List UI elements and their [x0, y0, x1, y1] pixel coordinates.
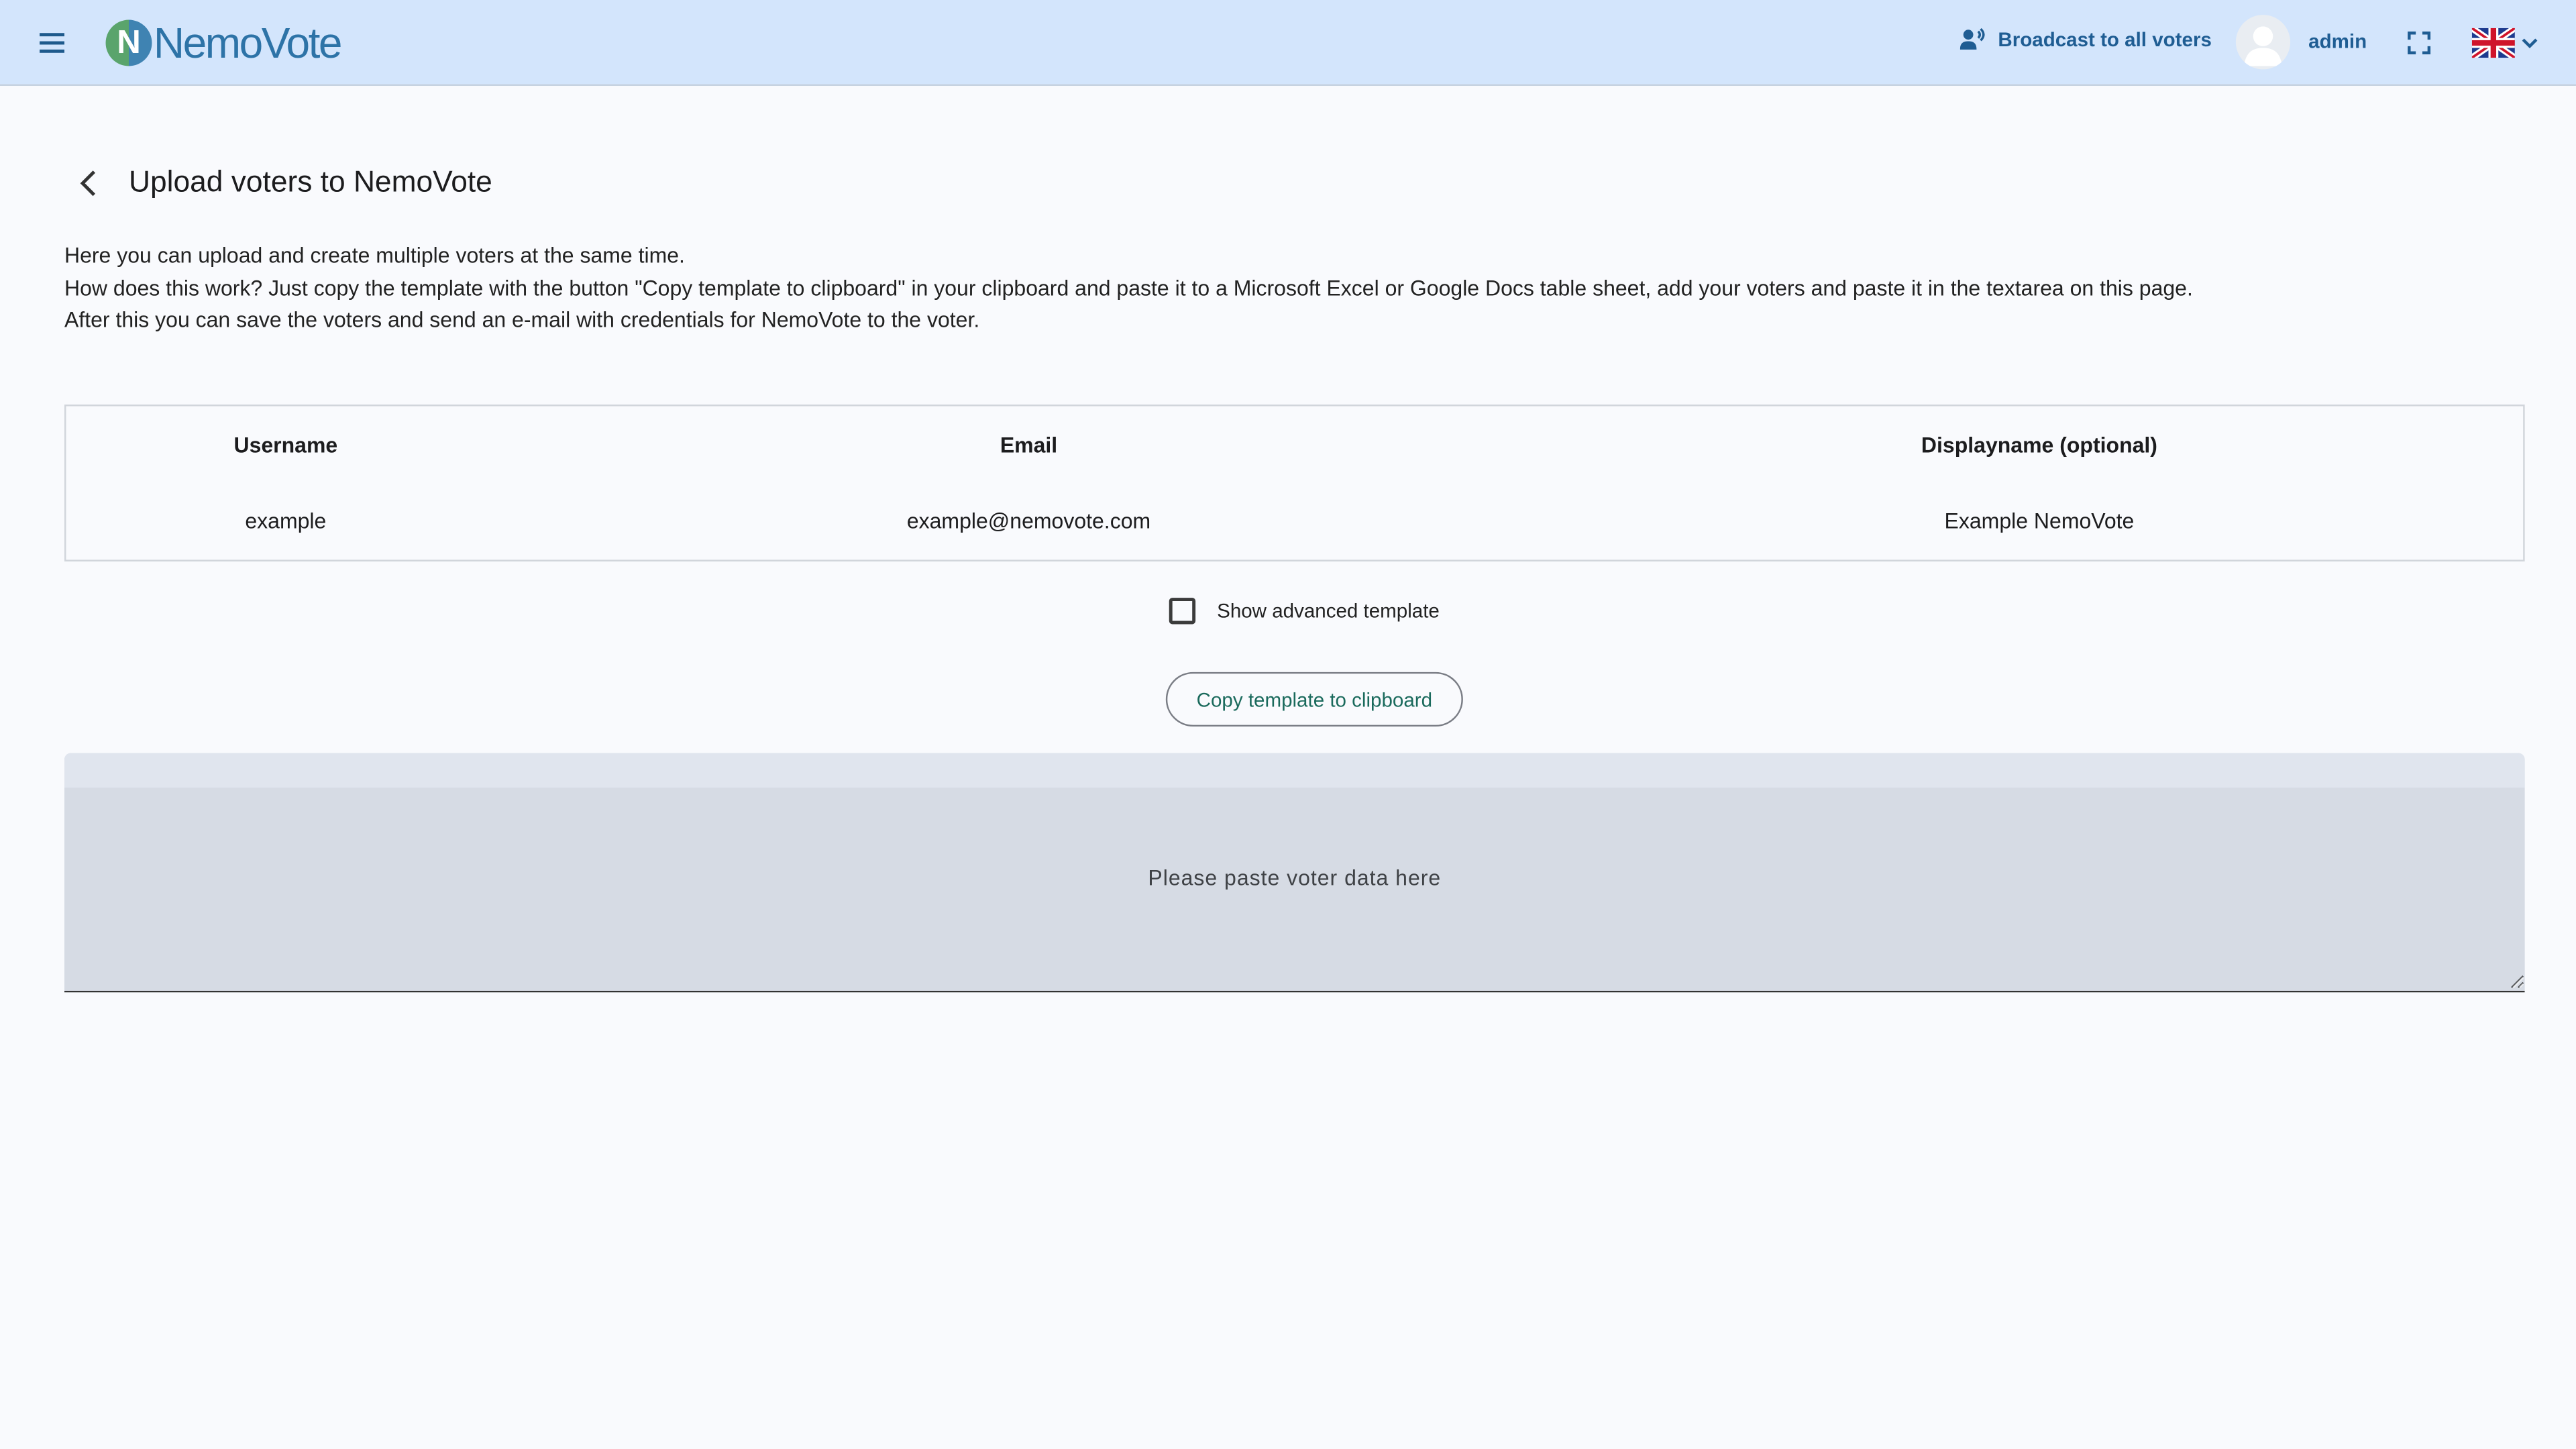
- app-logo[interactable]: N NemoVote: [105, 18, 343, 68]
- page-title: Upload voters to NemoVote: [128, 165, 492, 199]
- uk-flag-icon: [2471, 28, 2515, 58]
- back-arrow-icon[interactable]: [71, 165, 107, 201]
- logo-mark: N: [105, 19, 152, 66]
- broadcast-label: Broadcast to all voters: [1998, 28, 2212, 52]
- avatar[interactable]: [2235, 15, 2291, 70]
- intro-line: Here you can upload and create multiple …: [64, 242, 685, 268]
- top-app-bar: N NemoVote Broadcast to all voters admin: [0, 0, 2576, 86]
- language-selector[interactable]: [2471, 28, 2540, 58]
- paste-voter-data-textarea[interactable]: [64, 788, 2525, 989]
- column-header-email: Email: [1000, 432, 1058, 458]
- column-header-username: Username: [233, 432, 338, 458]
- fullscreen-icon[interactable]: [2404, 28, 2434, 58]
- advanced-template-toggle[interactable]: Show advanced template: [1169, 598, 1440, 625]
- logo-wordmark: NemoVote: [153, 18, 343, 68]
- page: N NemoVote Broadcast to all voters admin: [0, 0, 2576, 1449]
- advanced-template-checkbox[interactable]: [1169, 598, 1196, 625]
- intro-line: How does this work? Just copy the templa…: [64, 274, 2193, 300]
- table-cell-email: example@nemovote.com: [906, 508, 1151, 534]
- intro-text: Here you can upload and create multiple …: [64, 239, 2193, 336]
- broadcast-button[interactable]: Broadcast to all voters: [1960, 28, 2212, 51]
- broadcast-icon: [1960, 28, 1985, 50]
- intro-line: After this you can save the voters and s…: [64, 307, 980, 332]
- user-name[interactable]: admin: [2308, 30, 2367, 52]
- column-header-displayname: Displayname (optional): [1921, 432, 2157, 458]
- advanced-template-label[interactable]: Show advanced template: [1217, 600, 1440, 623]
- chevron-down-icon: [2522, 38, 2538, 49]
- template-table: Username Email Displayname (optional) ex…: [64, 405, 2525, 561]
- paste-voter-data-field: [64, 753, 2525, 993]
- field-label-strip: [64, 753, 2525, 788]
- user-avatar-icon: [2244, 26, 2282, 66]
- table-cell-username: example: [245, 508, 327, 534]
- menu-icon[interactable]: [36, 26, 69, 59]
- table-cell-displayname: Example NemoVote: [1944, 508, 2135, 534]
- copy-template-button[interactable]: Copy template to clipboard: [1165, 672, 1463, 727]
